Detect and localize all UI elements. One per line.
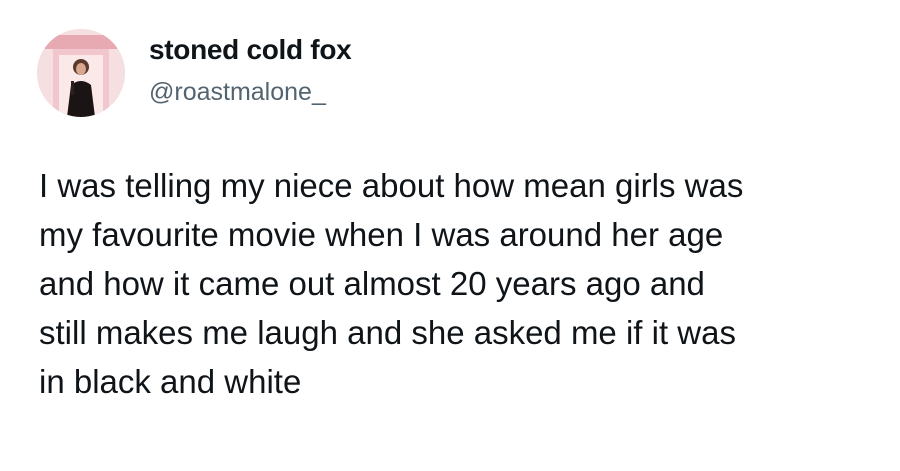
tweet-text-line: still makes me laugh and she asked me if…	[39, 314, 736, 351]
tweet-text-line: in black and white	[39, 363, 302, 400]
tweet-text: I was telling my niece about how mean gi…	[39, 161, 859, 406]
user-handle[interactable]: @roastmalone_	[149, 78, 326, 107]
tweet-card: stoned cold fox @roastmalone_ I was tell…	[0, 0, 900, 471]
tweet-text-line: my favourite movie when I was around her…	[39, 216, 724, 253]
profile-photo-icon	[37, 29, 125, 117]
tweet-text-line: I was telling my niece about how mean gi…	[39, 167, 744, 204]
display-name[interactable]: stoned cold fox	[149, 34, 352, 66]
avatar[interactable]	[37, 29, 125, 117]
tweet-text-line: and how it came out almost 20 years ago …	[39, 265, 705, 302]
